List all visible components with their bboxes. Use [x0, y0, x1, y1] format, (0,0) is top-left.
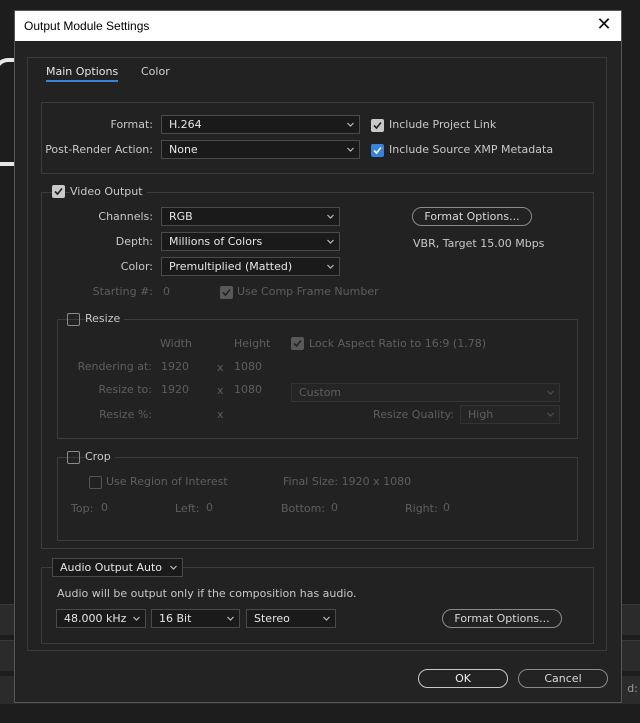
resize-to-label: Resize to: [98, 383, 153, 396]
tab-main-options[interactable]: Main Options [46, 65, 119, 82]
checkmark-icon [373, 121, 382, 130]
format-value: H.264 [169, 118, 202, 131]
include-project-link-label: Include Project Link [389, 118, 497, 131]
audio-output-mode-value: Audio Output Auto [60, 561, 163, 574]
chevron-down-icon [347, 122, 354, 127]
resize-quality-dropdown[interactable]: High [460, 405, 560, 424]
bitrate-summary: VBR, Target 15.00 Mbps [413, 237, 545, 250]
crop-top-value[interactable]: 0 [101, 501, 108, 514]
starting-number-label: Starting #: [92, 285, 153, 298]
resize-to-x: x [217, 384, 224, 397]
dialog-title: Output Module Settings [24, 19, 150, 33]
channels-dropdown[interactable]: RGB [161, 207, 340, 226]
use-comp-frame-label: Use Comp Frame Number [237, 285, 379, 298]
crop-bottom-label: Bottom: [281, 502, 326, 515]
chevron-down-icon [327, 264, 334, 269]
chevron-down-icon [347, 147, 354, 152]
format-group [41, 102, 594, 174]
crop-left-value[interactable]: 0 [206, 501, 213, 514]
cancel-button[interactable]: Cancel [518, 669, 608, 688]
chevron-down-icon [547, 390, 554, 395]
use-comp-frame-checkbox[interactable] [220, 286, 233, 299]
resize-preset-value: Custom [299, 386, 342, 399]
include-xmp-label: Include Source XMP Metadata [389, 143, 554, 156]
checkmark-icon [373, 146, 382, 155]
resize-checkbox[interactable] [67, 313, 80, 326]
resize-preset-dropdown[interactable]: Custom [291, 383, 560, 402]
color-label: Color: [120, 260, 153, 273]
color-dropdown[interactable]: Premultiplied (Matted) [161, 257, 340, 276]
checkmark-icon [293, 339, 302, 348]
lock-aspect-checkbox[interactable] [291, 337, 304, 350]
channels-label: Channels: [98, 210, 153, 223]
include-xmp-checkbox[interactable] [371, 144, 384, 157]
video-output-checkbox[interactable] [52, 185, 65, 198]
rendering-at-label: Rendering at: [77, 360, 152, 373]
crop-final-size: Final Size: 1920 x 1080 [283, 475, 412, 488]
crop-right-value[interactable]: 0 [443, 501, 450, 514]
post-render-dropdown[interactable]: None [161, 140, 360, 159]
crop-bottom-value[interactable]: 0 [331, 501, 338, 514]
ok-button[interactable]: OK [418, 669, 508, 688]
resize-to-width[interactable]: 1920 [161, 383, 189, 396]
crop-checkbox[interactable] [67, 451, 80, 464]
use-roi-label: Use Region of Interest [106, 475, 228, 488]
rendering-height: 1080 [234, 360, 262, 373]
crop-right-label: Right: [405, 502, 438, 515]
audio-bit-depth-dropdown[interactable]: 16 Bit [151, 609, 240, 628]
audio-output-mode-dropdown[interactable]: Audio Output Auto [52, 558, 183, 577]
height-header: Height [234, 337, 271, 350]
audio-sample-rate-value: 48.000 kHz [64, 612, 127, 625]
audio-channels-value: Stereo [254, 612, 290, 625]
depth-value: Millions of Colors [169, 235, 263, 248]
format-label: Format: [110, 118, 153, 131]
title-bar: Output Module Settings ✕ [15, 11, 621, 41]
audio-note: Audio will be output only if the composi… [57, 587, 357, 600]
resize-to-height[interactable]: 1080 [234, 383, 262, 396]
chevron-down-icon [170, 565, 177, 570]
checkmark-icon [54, 187, 63, 196]
post-render-label: Post-Render Action: [45, 143, 153, 156]
channels-value: RGB [169, 210, 193, 223]
tab-color[interactable]: Color [141, 65, 170, 78]
close-icon[interactable]: ✕ [593, 14, 615, 36]
use-roi-checkbox[interactable] [89, 476, 102, 489]
depth-dropdown[interactable]: Millions of Colors [161, 232, 340, 251]
audio-sample-rate-dropdown[interactable]: 48.000 kHz [56, 609, 146, 628]
crop-left-label: Left: [175, 502, 200, 515]
resize-percent-x: x [217, 408, 224, 421]
crop-label: Crop [85, 450, 115, 463]
starting-number-value[interactable]: 0 [163, 285, 170, 298]
rendering-x: x [217, 361, 224, 374]
chevron-down-icon [323, 616, 330, 621]
rendering-width: 1920 [161, 360, 189, 373]
crop-top-label: Top: [71, 502, 94, 515]
audio-format-options-button[interactable]: Format Options... [442, 609, 562, 628]
lock-aspect-label: Lock Aspect Ratio to 16:9 (1.78) [309, 337, 486, 350]
video-output-label: Video Output [70, 185, 147, 198]
audio-channels-dropdown[interactable]: Stereo [246, 609, 336, 628]
chevron-down-icon [547, 412, 554, 417]
color-value: Premultiplied (Matted) [169, 260, 293, 273]
crop-group [57, 457, 578, 541]
checkmark-icon [222, 288, 231, 297]
resize-quality-value: High [468, 408, 494, 421]
output-module-settings-dialog: Output Module Settings ✕ Main Options Co… [14, 10, 622, 703]
chevron-down-icon [327, 214, 334, 219]
background-label: d: [627, 682, 638, 695]
format-dropdown[interactable]: H.264 [161, 115, 360, 134]
chevron-down-icon [227, 616, 234, 621]
audio-output-group [41, 567, 594, 644]
chevron-down-icon [133, 616, 140, 621]
post-render-value: None [169, 143, 198, 156]
video-format-options-button[interactable]: Format Options... [412, 207, 532, 226]
width-header: Width [160, 337, 192, 350]
resize-percent-label: Resize %: [99, 408, 152, 421]
depth-label: Depth: [115, 235, 153, 248]
resize-quality-label: Resize Quality: [373, 408, 454, 421]
include-project-link-checkbox[interactable] [371, 119, 384, 132]
audio-bit-depth-value: 16 Bit [159, 612, 192, 625]
resize-label: Resize [85, 312, 125, 325]
chevron-down-icon [327, 239, 334, 244]
